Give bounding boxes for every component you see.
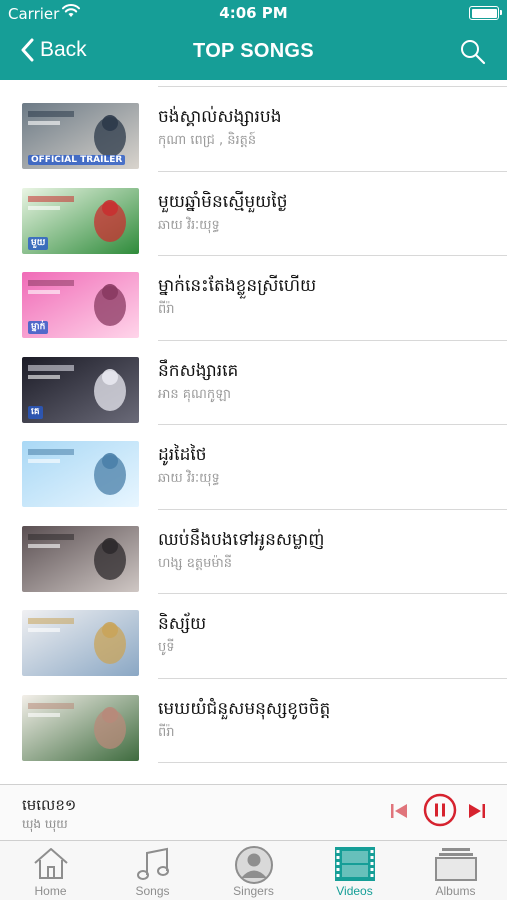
- music-note-icon: [136, 847, 169, 880]
- search-icon: [461, 40, 486, 65]
- song-artist: ឆាយ វិរៈយុទ្ធ: [158, 217, 220, 233]
- header-bar: Carrier 4:06 PM Back TOP SONGS: [0, 0, 507, 80]
- song-title: ចង់ស្គាល់សង្សារបង: [158, 107, 282, 127]
- home-icon: [33, 848, 68, 879]
- row-separator: [158, 339, 507, 341]
- tab-home[interactable]: Home: [0, 841, 101, 900]
- song-row[interactable]: OFFICIAL TRAILER ចង់ស្គាល់សង្សារបងកុណា ពេ…: [0, 86, 507, 170]
- song-thumbnail[interactable]: មួយ: [22, 187, 139, 254]
- albums-stack-icon: [434, 848, 477, 881]
- song-artist: ឆាយ វិរៈយុទ្ធ: [158, 471, 220, 486]
- song-thumbnail[interactable]: OFFICIAL TRAILER: [22, 103, 139, 169]
- battery-icon: [469, 6, 502, 20]
- tab-label-albums: Albums: [435, 884, 476, 898]
- tab-albums[interactable]: Albums: [405, 841, 506, 900]
- song-row[interactable]: គេ នឹកសង្សារគេអាន គុណកូឡា: [0, 339, 507, 424]
- pause-icon: [423, 793, 457, 827]
- song-row[interactable]: ដូរដៃថៃឆាយ វិរៈយុទ្ធ: [0, 424, 507, 508]
- singer-avatar-icon: [234, 846, 273, 884]
- song-title: នឹកសង្សារគេ: [158, 360, 239, 381]
- song-list[interactable]: OFFICIAL TRAILER ចង់ស្គាល់សង្សារបងកុណា ពេ…: [0, 80, 507, 784]
- thumbnail-caption: OFFICIAL TRAILER: [28, 155, 126, 165]
- row-separator: [158, 424, 507, 425]
- mini-player[interactable]: មេលេខ១ ឃុង ឃុយ: [0, 784, 507, 840]
- film-strip-icon: [334, 847, 375, 881]
- row-separator: [158, 677, 507, 679]
- tab-songs[interactable]: Songs: [102, 841, 203, 900]
- song-title: និស្ស័យ: [158, 614, 207, 634]
- row-separator: [158, 86, 507, 87]
- song-thumbnail[interactable]: [22, 610, 139, 676]
- tab-label-songs: Songs: [135, 884, 170, 898]
- status-time: 4:06 PM: [219, 4, 288, 22]
- pause-button[interactable]: [423, 793, 457, 831]
- song-row[interactable]: មេឃយំជំនួសមនុស្សខូចចិត្តពីរ៉ា: [0, 677, 507, 762]
- now-playing-title: មេលេខ១: [22, 796, 77, 814]
- previous-track-button[interactable]: [388, 800, 410, 826]
- song-artist: ហង្ស ឧត្តមម៉ានី: [158, 555, 233, 571]
- song-artist: កុណា ពេជ្រ , និរត្តន៍: [158, 133, 257, 148]
- now-playing-artist: ឃុង ឃុយ: [22, 817, 68, 831]
- song-artist: ពីរ៉ា: [158, 724, 175, 740]
- tab-bar: Home Songs Singers Videos Albums: [0, 840, 507, 900]
- row-separator: [158, 593, 507, 594]
- song-row[interactable]: ឈប់នឹងបងទៅអូនសម្លាញ់ហង្ស ឧត្តមម៉ានី: [0, 508, 507, 593]
- tab-videos[interactable]: Videos: [304, 841, 405, 900]
- next-track-button[interactable]: [466, 800, 488, 826]
- song-row[interactable]: ម្នាក់ ម្នាក់នេះតែងខ្លួនស្រីហើយពីរ៉ា: [0, 255, 507, 339]
- status-bar: Carrier 4:06 PM: [0, 0, 507, 28]
- song-title: ម្នាក់នេះតែងខ្លួនស្រីហើយ: [158, 276, 317, 296]
- song-artist: បូទី: [158, 640, 175, 655]
- song-title: មួយឆ្នាំមិនស្មើមួយថ្ងៃ: [158, 191, 288, 212]
- song-thumbnail[interactable]: គេ: [22, 356, 139, 423]
- song-thumbnail[interactable]: [22, 694, 139, 761]
- song-title: ដូរដៃថៃ: [158, 445, 207, 465]
- tab-label-singers: Singers: [233, 884, 274, 898]
- page-title: TOP SONGS: [193, 40, 314, 62]
- skip-previous-icon: [391, 804, 407, 818]
- thumbnail-caption: មួយ: [28, 236, 49, 250]
- song-row[interactable]: និស្ស័យបូទី: [0, 593, 507, 677]
- song-artist: អាន គុណកូឡា: [158, 386, 232, 402]
- thumbnail-caption: គេ: [28, 405, 43, 419]
- row-separator: [158, 508, 507, 510]
- song-row[interactable]: មួយ មួយឆ្នាំមិនស្មើមួយថ្ងៃឆាយ វិរៈយុទ្ធ: [0, 170, 507, 255]
- search-button[interactable]: [459, 38, 487, 70]
- song-title: មេឃយំជំនួសមនុស្សខូចចិត្ត: [158, 698, 331, 719]
- skip-next-icon: [469, 804, 485, 818]
- row-separator: [158, 255, 507, 256]
- song-thumbnail[interactable]: [22, 525, 139, 592]
- thumbnail-caption: ម្នាក់: [28, 321, 49, 334]
- tab-singers[interactable]: Singers: [203, 841, 304, 900]
- song-thumbnail[interactable]: [22, 441, 139, 507]
- row-separator: [158, 762, 507, 763]
- navigation-bar: Back TOP SONGS: [0, 28, 507, 80]
- row-separator: [158, 170, 507, 172]
- tab-label-videos: Videos: [336, 884, 373, 898]
- song-thumbnail[interactable]: ម្នាក់: [22, 272, 139, 338]
- tab-label-home: Home: [34, 884, 67, 898]
- song-artist: ពីរ៉ា: [158, 302, 175, 317]
- song-title: ឈប់នឹងបងទៅអូនសម្លាញ់: [158, 529, 325, 550]
